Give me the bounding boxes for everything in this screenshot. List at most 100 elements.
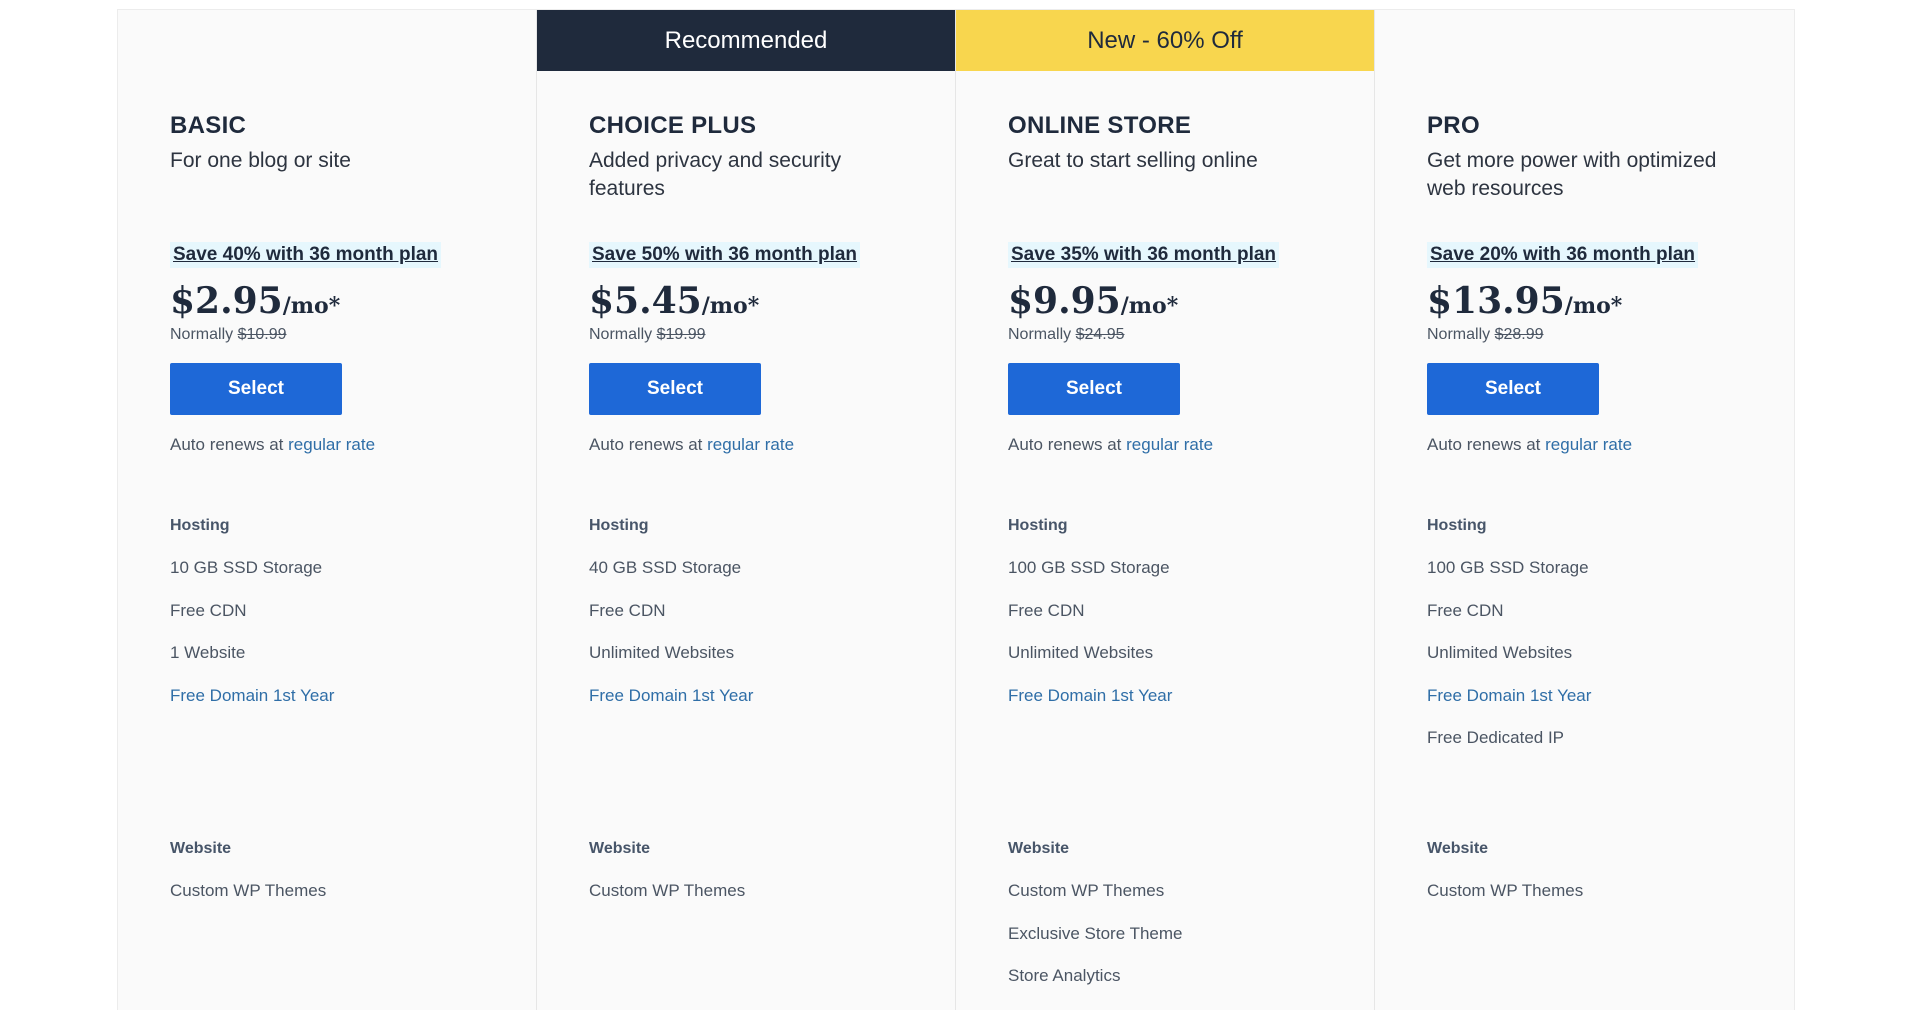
feature-item: Unlimited Websites [589, 643, 735, 662]
auto-renew-note: Auto renews at regular rate [170, 435, 516, 457]
price-amount: $9.95 [1008, 280, 1121, 322]
feature-item: Unlimited Websites [1427, 643, 1573, 662]
price: $9.95/mo* [1008, 280, 1354, 322]
normal-price: Normally $28.99 [1427, 326, 1774, 348]
plan-banner [1375, 10, 1794, 71]
normal-price-label: Normally [589, 326, 657, 343]
select-button-choice-plus[interactable]: Select [589, 363, 761, 415]
price-amount: $2.95 [170, 280, 283, 322]
plan-name: BASIC [170, 112, 247, 139]
feature-item: Store Analytics [1008, 966, 1121, 985]
feature-item: Free CDN [589, 600, 666, 620]
auto-renew-text: Auto renews at [589, 435, 708, 454]
pricing-plans: BASIC For one blog or site Save 40% with… [117, 9, 1795, 1010]
feature-item: 10 GB SSD Storage [170, 558, 323, 577]
hosting-heading: Hosting [170, 517, 230, 534]
feature-item: Custom WP Themes [589, 881, 746, 900]
auto-renew-text: Auto renews at [1427, 435, 1546, 454]
feature-item: Free Dedicated IP [1427, 728, 1565, 747]
regular-rate-link[interactable]: regular rate [1545, 435, 1632, 454]
recommended-banner: Recommended [537, 10, 955, 71]
plan-card-basic: BASIC For one blog or site Save 40% with… [118, 10, 537, 1010]
price-period: /mo* [701, 293, 760, 319]
plan-description: Get more power with optimized web resour… [1427, 149, 1717, 200]
normal-price: Normally $19.99 [589, 326, 935, 348]
website-features: Website Custom WP Themes [170, 838, 516, 923]
feature-link[interactable]: Free Domain 1st Year [589, 685, 935, 728]
regular-rate-link[interactable]: regular rate [288, 435, 375, 454]
auto-renew-note: Auto renews at regular rate [589, 435, 935, 457]
plan-card-online-store: New - 60% Off ONLINE STORE Great to star… [956, 10, 1375, 1010]
feature-item: Custom WP Themes [1427, 881, 1584, 900]
normal-price-label: Normally [1427, 326, 1495, 343]
feature-item: 1 Website [170, 643, 246, 662]
normal-price-label: Normally [1008, 326, 1076, 343]
save-offer-link[interactable]: Save 50% with 36 month plan [589, 242, 861, 268]
price: $2.95/mo* [170, 280, 516, 322]
save-offer-link[interactable]: Save 40% with 36 month plan [170, 242, 442, 268]
plan-description: Great to start selling online [1008, 149, 1258, 172]
plan-card-choice-plus: Recommended CHOICE PLUS Added privacy an… [537, 10, 956, 1010]
price-amount: $5.45 [589, 280, 702, 322]
regular-rate-link[interactable]: regular rate [707, 435, 794, 454]
website-features: Website Custom WP Themes [1427, 838, 1774, 923]
normal-price: Normally $10.99 [170, 326, 516, 348]
feature-item: 40 GB SSD Storage [589, 558, 742, 577]
feature-link[interactable]: Free Domain 1st Year [1427, 685, 1774, 728]
website-heading: Website [170, 840, 232, 857]
normal-price-amount: $10.99 [237, 326, 287, 343]
select-button-pro[interactable]: Select [1427, 363, 1599, 415]
hosting-heading: Hosting [1008, 517, 1068, 534]
feature-item: 100 GB SSD Storage [1008, 558, 1170, 577]
website-heading: Website [1008, 840, 1070, 857]
plan-name: CHOICE PLUS [589, 112, 757, 139]
select-button-basic[interactable]: Select [170, 363, 342, 415]
feature-item: Free CDN [170, 600, 247, 620]
feature-item: Unlimited Websites [1008, 643, 1154, 662]
normal-price-amount: $28.99 [1494, 326, 1544, 343]
normal-price-amount: $24.95 [1075, 326, 1125, 343]
price-period: /mo* [1120, 293, 1179, 319]
plan-card-pro: PRO Get more power with optimized web re… [1375, 10, 1794, 1010]
price-period: /mo* [1564, 293, 1623, 319]
hosting-features: Hosting 100 GB SSD Storage Free CDN Unli… [1008, 515, 1354, 727]
feature-item: Custom WP Themes [170, 881, 327, 900]
save-offer-link[interactable]: Save 20% with 36 month plan [1427, 242, 1699, 268]
feature-item: Exclusive Store Theme [1008, 923, 1183, 943]
auto-renew-text: Auto renews at [1008, 435, 1127, 454]
normal-price-label: Normally [170, 326, 238, 343]
feature-link[interactable]: Free Domain 1st Year [170, 685, 516, 728]
plan-banner [118, 10, 536, 71]
new-discount-banner: New - 60% Off [956, 10, 1374, 71]
website-features: Website Custom WP Themes [589, 838, 935, 923]
feature-item: Free CDN [1008, 600, 1085, 620]
hosting-features: Hosting 10 GB SSD Storage Free CDN 1 Web… [170, 515, 516, 727]
plan-description: For one blog or site [170, 149, 351, 172]
website-heading: Website [589, 840, 651, 857]
normal-price: Normally $24.95 [1008, 326, 1354, 348]
hosting-heading: Hosting [589, 517, 649, 534]
price-period: /mo* [282, 293, 341, 319]
feature-link[interactable]: Free Domain 1st Year [1008, 685, 1354, 728]
website-features: Website Custom WP Themes Exclusive Store… [1008, 838, 1354, 1008]
feature-item: Custom WP Themes [1008, 881, 1165, 900]
hosting-heading: Hosting [1427, 517, 1487, 534]
auto-renew-text: Auto renews at [170, 435, 289, 454]
price: $13.95/mo* [1427, 280, 1774, 322]
price-amount: $13.95 [1427, 280, 1565, 322]
save-offer-link[interactable]: Save 35% with 36 month plan [1008, 242, 1280, 268]
plan-name: ONLINE STORE [1008, 112, 1192, 139]
feature-item: Free CDN [1427, 600, 1504, 620]
price: $5.45/mo* [589, 280, 935, 322]
plan-description: Added privacy and security features [589, 149, 842, 200]
hosting-features: Hosting 100 GB SSD Storage Free CDN Unli… [1427, 515, 1774, 770]
feature-item: 100 GB SSD Storage [1427, 558, 1589, 577]
select-button-online-store[interactable]: Select [1008, 363, 1180, 415]
website-heading: Website [1427, 840, 1489, 857]
auto-renew-note: Auto renews at regular rate [1427, 435, 1774, 457]
regular-rate-link[interactable]: regular rate [1126, 435, 1213, 454]
auto-renew-note: Auto renews at regular rate [1008, 435, 1354, 457]
normal-price-amount: $19.99 [656, 326, 706, 343]
hosting-features: Hosting 40 GB SSD Storage Free CDN Unlim… [589, 515, 935, 727]
plan-name: PRO [1427, 112, 1480, 139]
